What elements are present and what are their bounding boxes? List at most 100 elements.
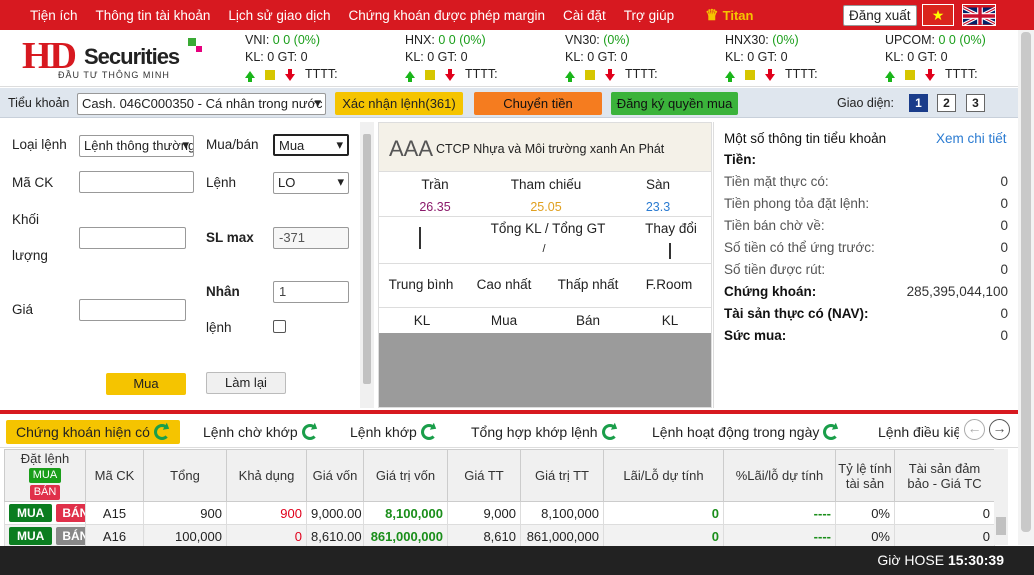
account-info-value: 0 bbox=[1000, 196, 1008, 211]
nav-trade-history[interactable]: Lịch sử giao dịch bbox=[219, 8, 339, 23]
layout-1-button[interactable]: 1 bbox=[909, 94, 928, 112]
refresh-icon[interactable] bbox=[420, 424, 437, 440]
table-row: MUABÁN A15 900 900 9,000.00 8,100,000 9,… bbox=[4, 501, 995, 525]
index-change: (0%) bbox=[772, 33, 799, 47]
down-arrow-icon bbox=[285, 68, 295, 81]
col-collateral[interactable]: Tài sản đảm bảo - Giá TC bbox=[894, 449, 995, 502]
ceiling-label: Trần bbox=[421, 177, 449, 192]
copy-order-label-1: Nhân bbox=[206, 284, 240, 299]
cell-market-price: 8,610 bbox=[447, 524, 521, 548]
quantity-input[interactable] bbox=[79, 227, 186, 249]
row-sell-button[interactable]: BÁN bbox=[56, 504, 85, 522]
account-select[interactable]: Cash. 046C000350 - Cá nhân trong nước bbox=[77, 93, 326, 115]
index-change: 0 (0%) bbox=[448, 33, 486, 47]
index-name: HNX30: bbox=[725, 33, 769, 47]
layout-2-button[interactable]: 2 bbox=[937, 94, 956, 112]
vietnam-flag-icon[interactable]: ★ bbox=[922, 4, 954, 26]
tab-conditional-orders[interactable]: Lệnh điều kiện bbox=[878, 420, 959, 444]
col-profit-loss-pct[interactable]: %Lãi/lỗ dự tính bbox=[723, 449, 836, 502]
cell-profit-loss-pct: ---- bbox=[723, 501, 836, 525]
index-hnx: HNX: 0 0 (0%) KL: 0 GT: 0 TTTT: bbox=[405, 32, 498, 83]
buy-button[interactable]: Mua bbox=[106, 373, 186, 395]
col-code[interactable]: Mã CK bbox=[85, 449, 144, 502]
col-cost-value[interactable]: Giá trị vốn bbox=[363, 449, 448, 502]
cell-asset-ratio: 0% bbox=[835, 501, 895, 525]
copy-order-checkbox[interactable] bbox=[273, 320, 286, 333]
cell-code: A15 bbox=[85, 501, 144, 525]
account-info-label: Tiền phong tỏa đặt lệnh: bbox=[724, 196, 870, 211]
order-type-select[interactable]: Lệnh thông thường bbox=[79, 135, 194, 157]
cell-profit-loss: 0 bbox=[603, 524, 724, 548]
col-asset-ratio[interactable]: Tỷ lệ tính tài sản bbox=[835, 449, 895, 502]
col-total[interactable]: Tổng bbox=[143, 449, 227, 502]
tab-daily-orders[interactable]: Lệnh hoạt động trong ngày bbox=[652, 420, 840, 444]
side-select[interactable]: Mua bbox=[273, 134, 349, 156]
tabs-prev-icon[interactable]: ← bbox=[964, 419, 985, 440]
reset-button[interactable]: Làm lại bbox=[206, 372, 286, 394]
tab-holdings[interactable]: Chứng khoán hiện có bbox=[6, 420, 180, 444]
tab-label: Chứng khoán hiện có bbox=[16, 424, 150, 440]
scrollbar-thumb[interactable] bbox=[996, 517, 1006, 535]
user-menu[interactable]: ♛ Titan bbox=[705, 6, 753, 24]
row-buy-button[interactable]: MUA bbox=[9, 527, 53, 545]
logout-button[interactable]: Đăng xuất bbox=[843, 5, 917, 26]
register-rights-button[interactable]: Đăng ký quyền mua bbox=[611, 92, 738, 115]
stock-code-input[interactable] bbox=[79, 171, 194, 193]
row-buy-button[interactable]: MUA bbox=[9, 504, 53, 522]
copy-order-input[interactable]: 1 bbox=[273, 281, 349, 303]
index-vn30: VN30: (0%) KL: 0 GT: 0 TTTT: bbox=[565, 32, 658, 83]
layout-3-button[interactable]: 3 bbox=[966, 94, 985, 112]
table-row: MUABÁN A16 100,000 0 8,610.00 861,000,00… bbox=[4, 524, 995, 548]
scrollbar-thumb[interactable] bbox=[1021, 32, 1031, 532]
col-market-price[interactable]: Giá TT bbox=[447, 449, 521, 502]
tab-matched-orders[interactable]: Lệnh khớp bbox=[350, 420, 437, 444]
row-sell-button[interactable]: BÁN bbox=[56, 527, 85, 545]
unchanged-square-icon bbox=[585, 69, 595, 80]
uk-flag-icon[interactable] bbox=[962, 4, 996, 26]
refresh-icon[interactable] bbox=[301, 424, 318, 440]
tab-match-summary[interactable]: Tổng hợp khớp lệnh bbox=[471, 420, 618, 444]
confirm-orders-button[interactable]: Xác nhận lệnh(361) bbox=[335, 92, 463, 115]
scrollbar-thumb[interactable] bbox=[363, 134, 371, 384]
col-order: Đặt lệnh MUA BÁN bbox=[4, 449, 86, 502]
price-bar-left bbox=[419, 227, 423, 249]
refresh-icon[interactable] bbox=[153, 424, 170, 440]
nav-help[interactable]: Trợ giúp bbox=[615, 8, 683, 23]
col-market-value[interactable]: Giá trị TT bbox=[520, 449, 604, 502]
price-input[interactable] bbox=[79, 299, 186, 321]
col-profit-loss[interactable]: Lãi/Lỗ dự tính bbox=[603, 449, 724, 502]
index-tttt: TTTT: bbox=[945, 67, 978, 81]
transfer-money-button[interactable]: Chuyển tiền bbox=[474, 92, 602, 115]
account-bar: Tiểu khoản Cash. 046C000350 - Cá nhân tr… bbox=[0, 88, 1018, 118]
order-actions: MUABÁN bbox=[4, 524, 86, 548]
page-scrollbar[interactable] bbox=[1018, 30, 1034, 545]
col-available[interactable]: Khả dụng bbox=[226, 449, 307, 502]
nav-account-info[interactable]: Thông tin tài khoản bbox=[87, 8, 220, 23]
nav-margin-stocks[interactable]: Chứng khoán được phép margin bbox=[339, 8, 554, 23]
order-scrollbar[interactable] bbox=[360, 122, 374, 408]
hd-securities-logo[interactable]: HD Securities ĐẦU TƯ THÔNG MINH bbox=[22, 34, 222, 84]
table-scrollbar[interactable] bbox=[994, 449, 1008, 545]
cell-available: 0 bbox=[226, 524, 307, 548]
cell-cost-value: 861,000,000 bbox=[363, 524, 448, 548]
index-name: UPCOM: bbox=[885, 33, 935, 47]
refresh-icon[interactable] bbox=[823, 424, 840, 440]
nav-utilities[interactable]: Tiện ích bbox=[21, 8, 87, 23]
tabs-next-icon[interactable]: → bbox=[989, 419, 1010, 440]
logo-square-pink bbox=[196, 46, 202, 52]
index-name: VNI: bbox=[245, 33, 270, 47]
index-tttt: TTTT: bbox=[625, 67, 658, 81]
tab-pending-orders[interactable]: Lệnh chờ khớp bbox=[203, 420, 318, 444]
index-gt: GT: 0 bbox=[757, 50, 788, 64]
nav-settings[interactable]: Cài đặt bbox=[554, 8, 615, 23]
col-order-label: Đặt lệnh bbox=[20, 451, 70, 466]
view-details-link[interactable]: Xem chi tiết bbox=[936, 131, 1007, 146]
status-bar: Giờ HOSE 15:30:39 bbox=[0, 546, 1034, 575]
tab-label: Lệnh chờ khớp bbox=[203, 424, 298, 440]
order-kind-select[interactable]: LO bbox=[273, 172, 349, 194]
volume-label: Tổng KL / Tổng GT bbox=[490, 221, 606, 236]
reference-label: Tham chiếu bbox=[510, 177, 582, 192]
col-cost-price[interactable]: Giá vốn bbox=[306, 449, 364, 502]
account-info-label: Tiền: bbox=[724, 152, 757, 167]
refresh-icon[interactable] bbox=[601, 424, 618, 440]
